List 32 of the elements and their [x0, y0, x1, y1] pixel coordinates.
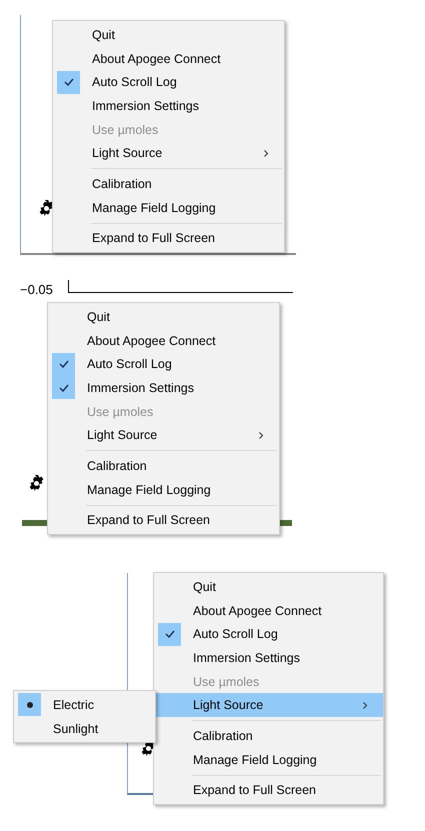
menu-item[interactable]: Light Source	[53, 141, 284, 166]
gear-icon	[38, 200, 55, 217]
menu-item[interactable]: Expand to Full Screen	[154, 778, 383, 802]
menu-item[interactable]: Auto Scroll Log	[53, 70, 284, 94]
menu-item[interactable]: Manage Field Logging	[48, 478, 279, 502]
menu-item[interactable]: Quit	[53, 23, 284, 47]
menu-item[interactable]: Quit	[154, 575, 383, 599]
menu-item[interactable]: Immersion Settings	[53, 94, 284, 118]
menu-item[interactable]: About Apogee Connect	[48, 328, 279, 352]
menu-item[interactable]: About Apogee Connect	[53, 46, 284, 70]
menu-item[interactable]: About Apogee Connect	[154, 598, 383, 622]
menu-item[interactable]: Calibration	[154, 724, 383, 748]
chevron-right-icon	[363, 702, 367, 709]
menu-item[interactable]: Sunlight	[14, 716, 155, 740]
menu-item[interactable]: Auto Scroll Log	[48, 352, 279, 376]
chevron-right-icon	[264, 150, 268, 157]
menu-item[interactable]: Auto Scroll Log	[154, 622, 383, 646]
menu-item[interactable]: Manage Field Logging	[154, 748, 383, 772]
menu-item[interactable]: Light Source	[48, 423, 279, 448]
gear-icon	[28, 475, 45, 492]
menu-item[interactable]: Calibration	[53, 172, 284, 196]
chevron-right-icon	[259, 432, 263, 439]
menu-item[interactable]: Expand to Full Screen	[53, 226, 284, 250]
menu-item[interactable]: Manage Field Logging	[53, 196, 284, 220]
menu-item[interactable]: Immersion Settings	[154, 646, 383, 670]
menu-item[interactable]: Electric	[14, 693, 155, 717]
menu-item[interactable]: Calibration	[48, 454, 279, 478]
menu-item[interactable]: Quit	[48, 305, 279, 329]
axis-label: −0.05	[20, 282, 53, 297]
menu-item[interactable]: Expand to Full Screen	[48, 508, 279, 532]
menu-item[interactable]: Light Source	[154, 693, 383, 718]
menu-item[interactable]: Immersion Settings	[48, 376, 279, 400]
